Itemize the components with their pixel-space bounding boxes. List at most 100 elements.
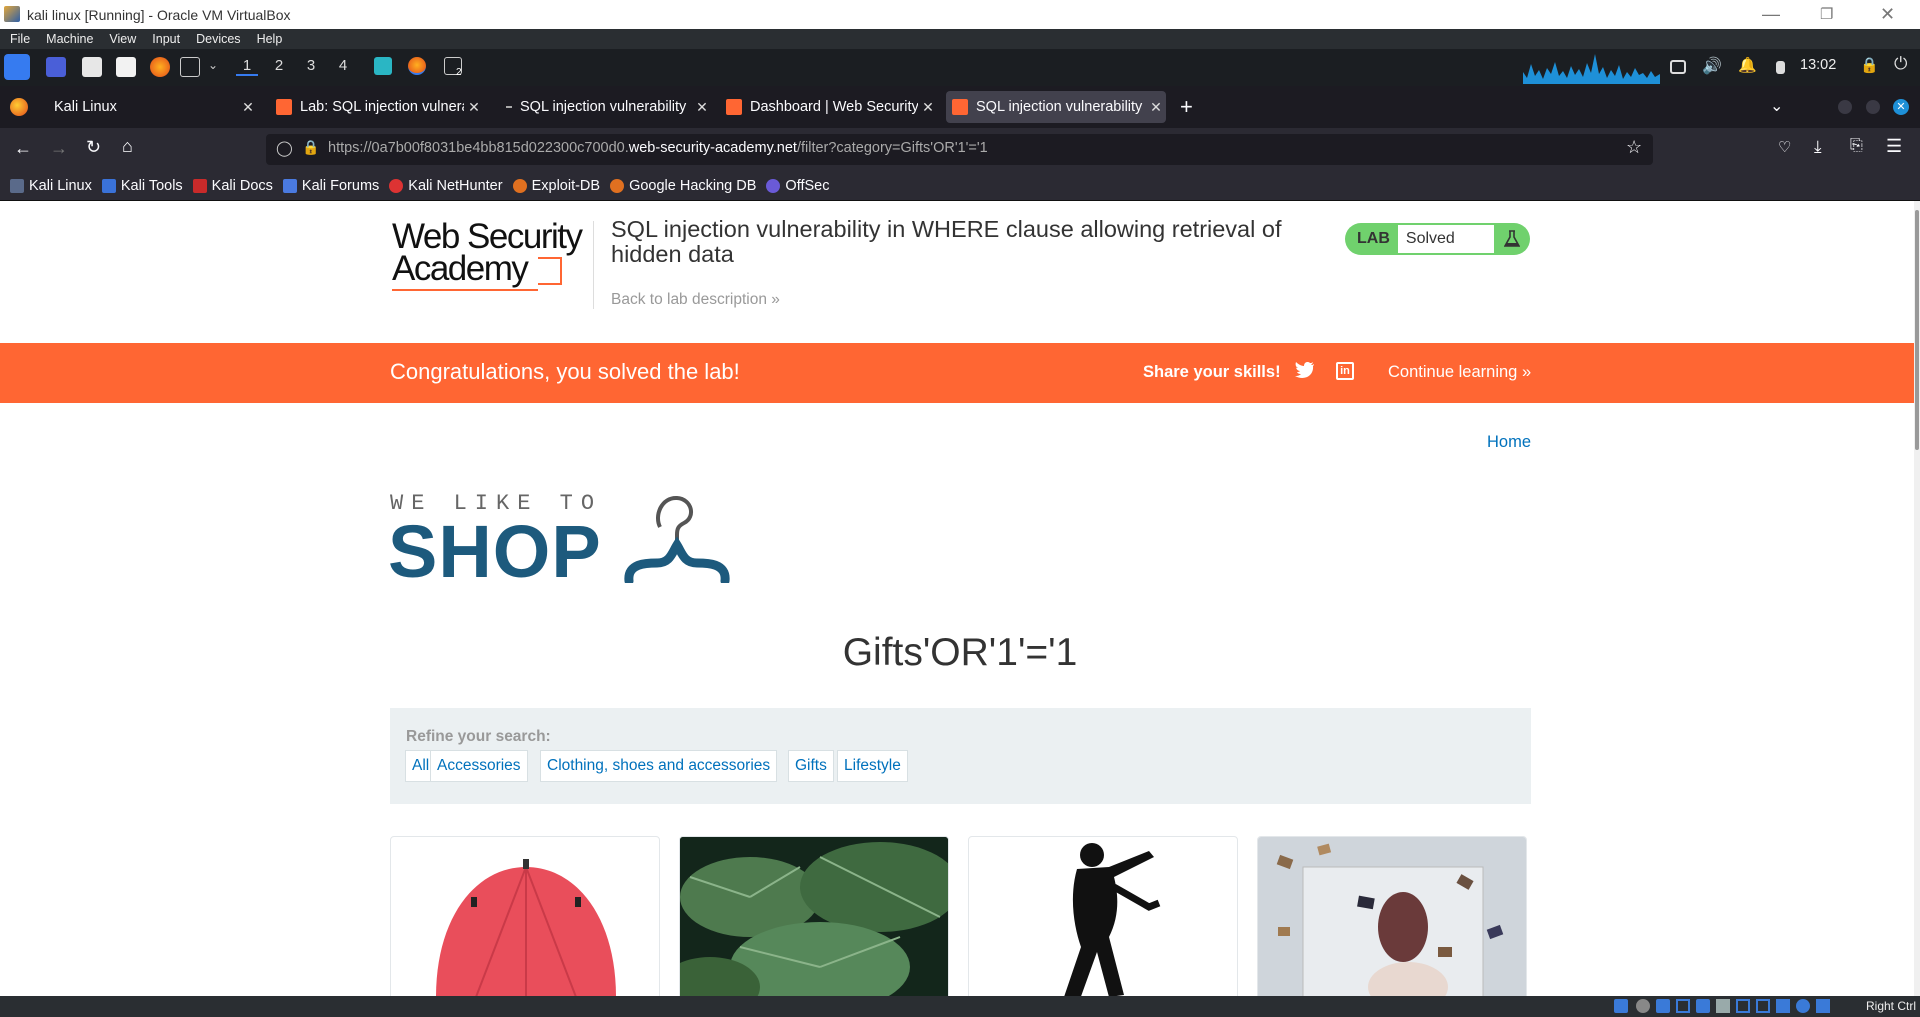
product-card-books[interactable] — [1257, 836, 1527, 996]
filter-clothing[interactable]: Clothing, shoes and accessories — [540, 750, 778, 782]
restore-icon[interactable]: ❐ — [1820, 5, 1833, 23]
tab-kali-linux[interactable]: Kali Linux ✕ — [42, 91, 258, 123]
workspace-3[interactable]: 3 — [300, 57, 322, 74]
firefox-taskbar-icon[interactable] — [408, 57, 426, 75]
text-editor-icon[interactable] — [116, 57, 136, 77]
bookmark-star-icon[interactable]: ☆ — [1626, 137, 1642, 158]
forward-icon[interactable]: → — [50, 138, 68, 159]
bookmark-exploit-db[interactable]: Exploit-DB — [512, 178, 600, 194]
portswigger-favicon — [276, 99, 292, 115]
back-icon[interactable]: ← — [14, 138, 32, 159]
lab-title: SQL injection vulnerability in WHERE cla… — [611, 216, 1282, 267]
back-to-lab-description-link[interactable]: Back to lab description » — [611, 291, 780, 309]
display-status-icon[interactable] — [1736, 999, 1750, 1013]
extensions-icon[interactable]: ⎘ — [1850, 137, 1863, 155]
bookmark-offsec[interactable]: OffSec — [766, 178, 829, 194]
new-tab-button[interactable]: + — [1180, 94, 1193, 120]
cpu-status-icon[interactable] — [1776, 999, 1790, 1013]
firefox-icon — [10, 98, 28, 116]
notification-bell-icon[interactable]: 🔔 — [1738, 56, 1757, 74]
solved-banner: Congratulations, you solved the lab! Sha… — [0, 343, 1920, 403]
hamburger-menu-icon[interactable]: ☰ — [1886, 136, 1902, 157]
menu-file[interactable]: File — [10, 32, 30, 46]
pocket-icon[interactable]: ♡ — [1778, 138, 1791, 156]
workspace-2[interactable]: 2 — [268, 57, 290, 74]
display-icon[interactable] — [1670, 60, 1686, 74]
desktop-icon[interactable] — [46, 57, 66, 77]
bookmark-kali-docs[interactable]: Kali Docs — [192, 178, 273, 194]
bookmark-kali-tools[interactable]: Kali Tools — [101, 178, 183, 194]
bookmark-kali-linux[interactable]: Kali Linux — [10, 178, 92, 194]
linkedin-icon[interactable]: in — [1336, 362, 1354, 380]
menu-input[interactable]: Input — [152, 32, 180, 46]
tab-dashboard[interactable]: Dashboard | Web Security ✕ — [720, 91, 938, 123]
minimize-icon[interactable]: — — [1762, 4, 1780, 25]
vbox-status-bar: Right Ctrl — [0, 996, 1920, 1017]
tab-sql-injection-1[interactable]: SQL injection vulnerability ✕ — [494, 91, 712, 123]
clock[interactable]: 13:02 — [1800, 57, 1836, 73]
web-security-academy-logo[interactable]: Web Security Academy — [392, 219, 592, 301]
home-link[interactable]: Home — [1487, 433, 1531, 452]
lock-screen-icon[interactable]: 🔒 — [1860, 56, 1879, 74]
workspace-4[interactable]: 4 — [332, 57, 354, 74]
tab-close-icon[interactable]: ✕ — [464, 99, 484, 116]
filter-accessories[interactable]: Accessories — [430, 750, 528, 782]
window-minimize-dot[interactable] — [1838, 100, 1852, 114]
close-icon[interactable]: ✕ — [1880, 4, 1895, 25]
nethunter-icon — [389, 178, 404, 193]
filter-gifts[interactable]: Gifts — [788, 750, 834, 782]
menu-devices[interactable]: Devices — [196, 32, 240, 46]
terminal-launcher-icon[interactable] — [180, 57, 200, 77]
twitter-icon[interactable] — [1295, 361, 1315, 384]
product-card-leaves[interactable] — [679, 836, 949, 996]
tracking-protection-icon[interactable]: ◯ — [276, 139, 293, 157]
product-card-umbrella[interactable] — [390, 836, 660, 996]
menu-view[interactable]: View — [109, 32, 136, 46]
bookmark-google-hacking-db[interactable]: Google Hacking DB — [610, 178, 756, 194]
shared-folders-icon[interactable] — [1716, 999, 1730, 1013]
tab-close-icon[interactable]: ✕ — [238, 99, 258, 116]
tab-lab-description[interactable]: Lab: SQL injection vulnera ✕ — [270, 91, 484, 123]
window-close-dot[interactable]: ✕ — [1893, 99, 1909, 115]
tab-close-icon[interactable]: ✕ — [692, 99, 712, 116]
volume-icon[interactable]: 🔊 — [1702, 56, 1722, 76]
tab-close-icon[interactable]: ✕ — [1146, 99, 1166, 116]
burp-taskbar-icon[interactable] — [374, 57, 392, 75]
reload-icon[interactable]: ↻ — [86, 137, 101, 158]
lab-status-badge: LAB Solved — [1345, 223, 1530, 255]
file-manager-icon[interactable] — [82, 57, 102, 77]
list-all-tabs-icon[interactable]: ⌄ — [1770, 96, 1783, 116]
tab-sql-injection-active[interactable]: SQL injection vulnerability ✕ — [946, 91, 1166, 123]
hard-disk-icon[interactable] — [1614, 999, 1628, 1013]
usb-icon[interactable] — [1696, 999, 1710, 1013]
optical-drive-icon[interactable] — [1636, 999, 1650, 1013]
audio-icon[interactable] — [1656, 999, 1670, 1013]
chevron-down-icon[interactable]: ⌄ — [208, 58, 218, 72]
filter-lifestyle[interactable]: Lifestyle — [837, 750, 908, 782]
video-capture-icon[interactable] — [1756, 999, 1770, 1013]
home-icon[interactable]: ⌂ — [122, 136, 133, 157]
menu-machine[interactable]: Machine — [46, 32, 93, 46]
workspace-1[interactable]: 1 — [236, 57, 258, 76]
lock-icon[interactable]: 🔒 — [302, 139, 319, 156]
vbox-menu-bar: File Machine View Input Devices Help — [0, 29, 1920, 49]
menu-help[interactable]: Help — [257, 32, 283, 46]
bookmark-kali-forums[interactable]: Kali Forums — [282, 178, 379, 194]
firefox-launcher-icon[interactable] — [150, 57, 170, 77]
page-scrollbar-thumb[interactable] — [1915, 210, 1919, 450]
bookmark-kali-nethunter[interactable]: Kali NetHunter — [389, 178, 503, 194]
mouse-integration-icon[interactable] — [1796, 999, 1810, 1013]
network-icon[interactable] — [1676, 999, 1690, 1013]
power-icon[interactable]: ⏻ — [1894, 54, 1907, 74]
downloads-icon[interactable]: ⤓ — [1814, 137, 1822, 157]
portswigger-favicon — [726, 99, 742, 115]
continue-learning-link[interactable]: Continue learning » — [1388, 363, 1531, 382]
window-maximize-dot[interactable] — [1866, 100, 1880, 114]
keyboard-capture-icon[interactable] — [1816, 999, 1830, 1013]
product-card-silhouette[interactable] — [968, 836, 1238, 996]
offsec-icon — [766, 178, 781, 193]
url-text[interactable]: https://0a7b00f8031be4bb815d022300c700d0… — [328, 140, 988, 156]
kali-menu-icon[interactable] — [4, 54, 30, 80]
url-bar[interactable]: ◯ 🔒 https://0a7b00f8031be4bb815d022300c7… — [266, 134, 1653, 165]
tab-close-icon[interactable]: ✕ — [918, 99, 938, 116]
